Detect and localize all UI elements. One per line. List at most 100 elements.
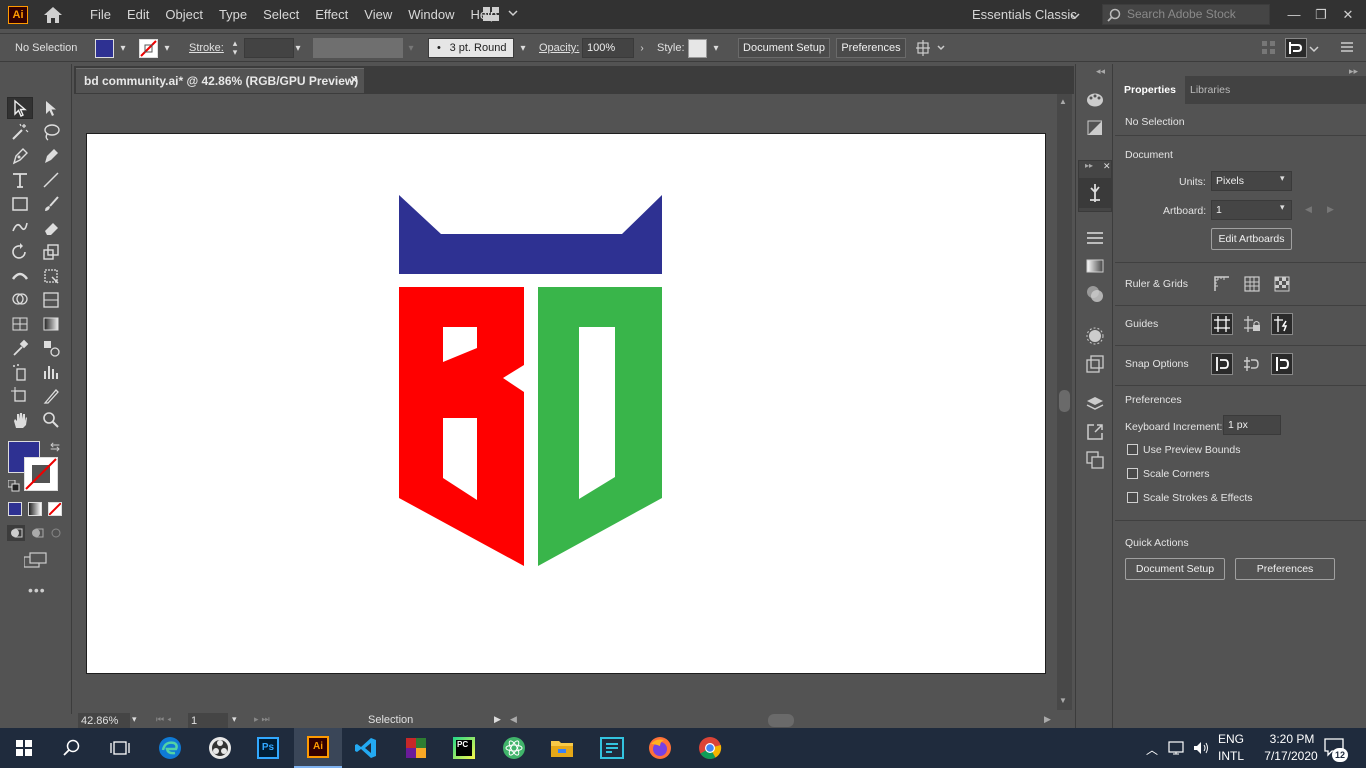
scroll-left-icon[interactable]: ◀ [510,714,517,725]
align-panel-icon[interactable] [1262,41,1276,58]
artboard[interactable] [86,133,1046,674]
menu-effect[interactable]: Effect [307,0,356,29]
live-paint-tool-icon[interactable] [39,289,63,311]
artboard-nav-next-last-icon[interactable]: ▸⏭ [254,714,273,725]
width-tool-icon[interactable] [8,265,32,287]
smart-guides-icon[interactable] [1271,313,1293,335]
layers-panel-icon[interactable] [1085,394,1105,414]
eraser-tool-icon[interactable] [39,217,63,239]
search-icon[interactable] [48,728,96,768]
type-tool-icon[interactable] [8,169,32,191]
restore-button[interactable]: ❐ [1307,0,1335,29]
zoom-level-field[interactable]: 42.86% [78,713,130,729]
hand-tool-icon[interactable] [8,409,32,431]
stroke-swatch[interactable] [139,39,158,58]
shape-builder-tool-icon[interactable] [8,289,32,311]
document-setup-button[interactable]: Document Setup [738,38,830,58]
tab-libraries[interactable]: Libraries [1181,76,1239,104]
vertical-scroll-thumb[interactable] [1059,390,1070,412]
clock-time[interactable]: 3:20 PM [1262,732,1322,746]
direct-selection-tool-icon[interactable] [39,97,63,119]
quick-document-setup-button[interactable]: Document Setup [1125,558,1225,580]
expand-panels-icon[interactable]: ◂◂ [1096,66,1105,77]
close-panel-icon[interactable]: ✕ [1103,161,1111,172]
illustrator-icon[interactable]: Ai [294,728,342,768]
language-indicator[interactable]: ENG [1218,732,1244,746]
stroke-color-swatch[interactable] [24,457,58,491]
lock-guides-icon[interactable] [1241,313,1263,335]
use-preview-bounds-label[interactable]: Use Preview Bounds [1143,444,1240,456]
column-graph-tool-icon[interactable] [39,361,63,383]
export-panel-icon[interactable] [1085,422,1105,442]
variable-width-profile[interactable] [313,38,403,58]
scroll-down-icon[interactable]: ▼ [1059,696,1067,705]
artboard-tool-icon[interactable] [8,385,32,407]
arrange-icon[interactable] [916,40,946,59]
snap-to-pixel-icon[interactable] [1271,353,1293,375]
minimize-button[interactable]: — [1280,0,1308,29]
opacity-field[interactable]: 100% [582,38,634,58]
quick-preferences-button[interactable]: Preferences [1235,558,1335,580]
gradient-panel-icon[interactable] [1085,256,1105,276]
use-preview-bounds-checkbox[interactable] [1127,444,1138,455]
snap-to-point-icon[interactable] [1211,353,1233,375]
slice-tool-icon[interactable] [39,385,63,407]
next-artboard-icon[interactable]: ▶ [1327,204,1334,215]
draw-normal-icon[interactable] [7,525,25,541]
network-icon[interactable] [1168,740,1186,759]
paintbrush-tool-icon[interactable] [39,193,63,215]
vscode-icon[interactable] [342,728,390,768]
language-layout[interactable]: INTL [1218,749,1244,763]
expand-icon[interactable]: ▸▸ [1085,161,1093,170]
chevron-down-icon[interactable]: ▾ [710,38,722,58]
zoom-tool-icon[interactable] [39,409,63,431]
start-icon[interactable] [0,728,48,768]
brushes-panel-icon[interactable] [1079,178,1111,208]
edit-toolbar-icon[interactable]: ••• [28,582,46,598]
chevron-down-icon[interactable]: ▾ [161,38,173,58]
workspace-switcher[interactable]: Essentials Classic [972,0,1077,29]
scale-strokes-label[interactable]: Scale Strokes & Effects [1143,492,1253,504]
default-colors-icon[interactable] [7,479,20,495]
screen-mode-icon[interactable] [23,552,48,571]
menu-window[interactable]: Window [400,0,462,29]
line-tool-icon[interactable] [39,169,63,191]
rectangle-tool-icon[interactable] [8,193,32,215]
menu-type[interactable]: Type [211,0,255,29]
keyboard-increment-input[interactable]: 1 px [1223,415,1281,435]
chevron-down-icon[interactable]: ▾ [517,38,529,58]
symbol-sprayer-tool-icon[interactable] [8,361,32,383]
magic-wand-tool-icon[interactable] [8,121,32,143]
tab-properties[interactable]: Properties [1115,76,1185,104]
graphic-style-swatch[interactable] [688,39,707,58]
grid-icon[interactable] [1241,273,1263,295]
scale-corners-checkbox[interactable] [1127,468,1138,479]
opacity-label[interactable]: Opacity: [539,34,579,62]
stroke-label[interactable]: Stroke: [189,34,224,62]
volume-icon[interactable] [1192,740,1210,759]
none-mode-icon[interactable] [48,502,62,516]
scale-corners-label[interactable]: Scale Corners [1143,468,1210,480]
chevron-down-icon[interactable]: ▾ [405,38,417,58]
file-explorer-icon[interactable] [538,728,586,768]
obs-icon[interactable] [196,728,244,768]
snap-to-grid-icon[interactable] [1241,353,1263,375]
menu-object[interactable]: Object [157,0,211,29]
artboard-nav-first-prev-icon[interactable]: ⏮◂ [156,714,174,725]
eyedropper-tool-icon[interactable] [8,337,32,359]
swap-colors-icon[interactable]: ⇆ [50,440,60,454]
transparency-grid-icon[interactable] [1271,273,1293,295]
stroke-panel-icon[interactable] [1085,228,1105,248]
blend-tool-icon[interactable] [39,337,63,359]
atom-icon[interactable] [490,728,538,768]
arrange-documents-icon[interactable] [483,7,519,24]
draw-behind-icon[interactable] [28,525,46,544]
menu-file[interactable]: File [82,0,119,29]
color-guide-panel-icon[interactable] [1085,118,1105,138]
scale-strokes-checkbox[interactable] [1127,492,1138,503]
winrar-icon[interactable] [392,728,440,768]
stroke-stepper[interactable]: ▴ ▾ [229,39,241,58]
appearance-panel-icon[interactable] [1085,326,1105,346]
rotate-tool-icon[interactable] [8,241,32,263]
perspective-grid-tool-icon[interactable] [8,313,32,335]
